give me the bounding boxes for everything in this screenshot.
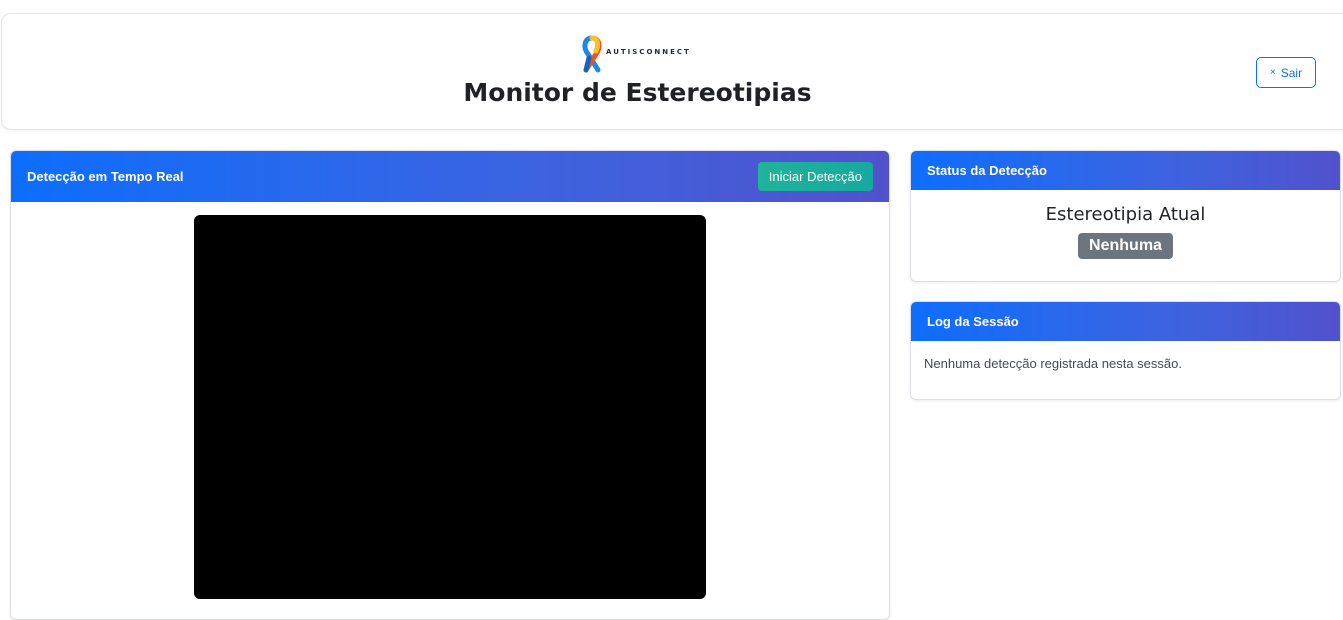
current-stereotypy-label: Estereotipia Atual (1045, 204, 1206, 225)
session-log-panel: Log da Sessão Nenhuma detecção registrad… (910, 301, 1341, 400)
page-title: Monitor de Estereotipias (463, 78, 812, 107)
autisconnect-logo: AUTISCONNECT (580, 34, 700, 74)
status-panel-body: Estereotipia Atual Nenhuma (911, 190, 1340, 259)
awareness-ribbon-icon (582, 35, 602, 73)
exit-button-label: Sair (1280, 65, 1303, 80)
session-log-empty-message: Nenhuma detecção registrada nesta sessão… (924, 356, 1182, 371)
app-header: AUTISCONNECT Monitor de Estereotipias × … (1, 13, 1343, 130)
session-log-header: Log da Sessão (911, 302, 1340, 341)
detection-panel: Detecção em Tempo Real Iniciar Detecção (10, 150, 890, 620)
logo-text: AUTISCONNECT (606, 48, 691, 56)
detection-panel-title: Detecção em Tempo Real (27, 169, 184, 184)
start-detection-button[interactable]: Iniciar Detecção (757, 162, 873, 191)
close-icon: × (1269, 67, 1276, 78)
status-panel: Status da Detecção Estereotipia Atual Ne… (910, 150, 1341, 282)
status-panel-title: Status da Detecção (927, 163, 1047, 178)
status-panel-header: Status da Detecção (911, 151, 1340, 190)
status-badge: Nenhuma (1078, 233, 1173, 259)
exit-button[interactable]: × Sair (1256, 57, 1316, 88)
detection-panel-header: Detecção em Tempo Real Iniciar Detecção (11, 151, 889, 202)
video-feed (194, 215, 706, 599)
session-log-title: Log da Sessão (927, 314, 1019, 329)
